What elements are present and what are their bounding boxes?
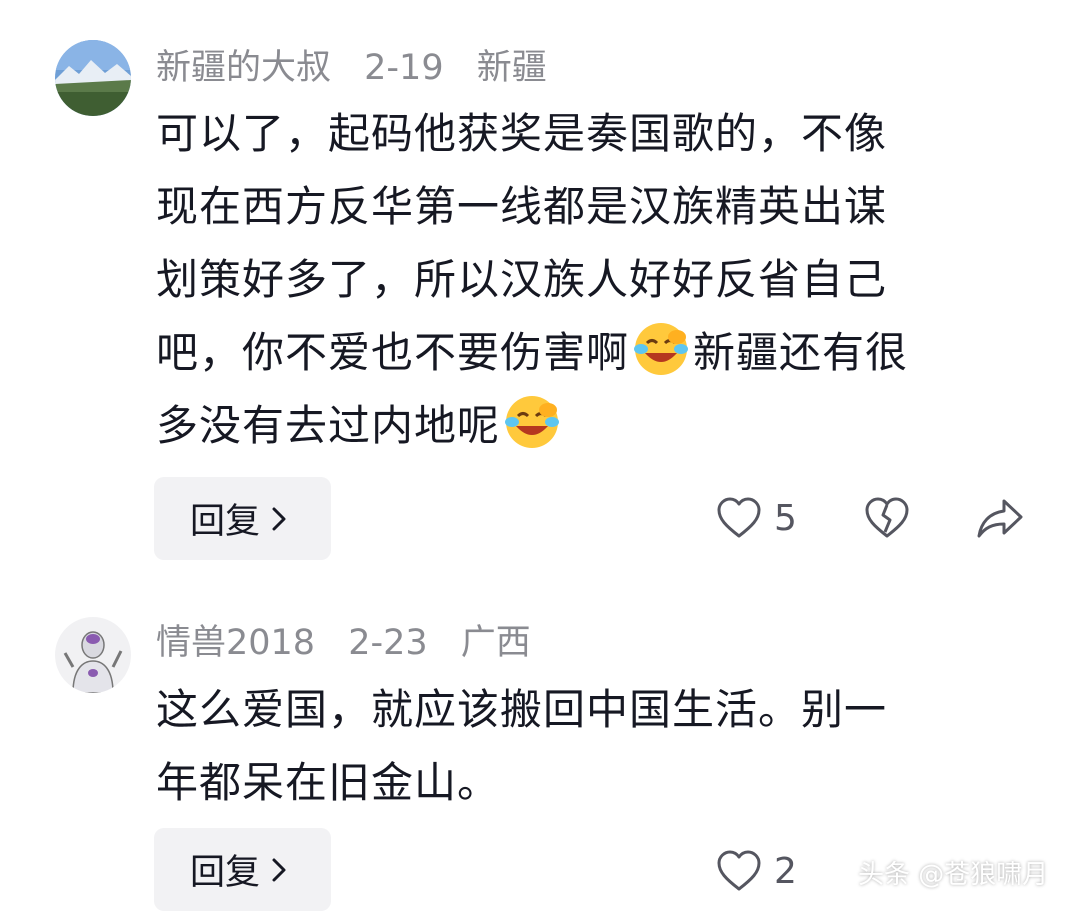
comment-location: 广西 [460, 623, 531, 663]
reply-button[interactable]: 回复 [154, 828, 331, 911]
comment-text: 可以了，起码他获奖是奏国歌的，不像 现在西方反华第一线都是汉族精英出谋 划策好多… [156, 97, 1016, 462]
comment-date: 2-23 [348, 623, 428, 663]
avatar-landscape-image [55, 40, 131, 116]
comment-date: 2-19 [364, 48, 444, 88]
broken-heart-icon [865, 497, 909, 538]
like-count: 2 [774, 850, 797, 892]
comment-text: 这么爱国，就应该搬回中国生活。别一 年都呆在旧金山。 [156, 673, 1016, 819]
dislike-button[interactable] [864, 496, 910, 540]
chevron-right-icon [272, 507, 286, 530]
comment-line-part: 吧，你不爱也不要伤害啊 [156, 328, 630, 377]
laughing-cry-emoji-icon [505, 396, 560, 448]
comment-meta: 情兽2018 2-23 广西 [156, 623, 553, 663]
comment-line-part: 新疆还有很 [693, 328, 909, 377]
chevron-right-icon [272, 858, 286, 881]
avatar[interactable] [55, 40, 131, 116]
comment-line: 划策好多了，所以汉族人好好反省自己 [156, 255, 888, 304]
comment-meta: 新疆的大叔 2-19 新疆 [156, 48, 569, 88]
avatar[interactable] [55, 617, 131, 693]
username[interactable]: 情兽2018 [156, 623, 315, 663]
like-button[interactable]: 5 [716, 496, 797, 540]
watermark-text: 头条 @苍狼啸月 [858, 860, 1049, 890]
comment-line: 吧，你不爱也不要伤害啊 新疆还有很 [156, 316, 1016, 389]
comment-location: 新疆 [476, 48, 547, 88]
reply-label: 回复 [190, 502, 261, 542]
comment-line: 多没有去过内地呢 [156, 389, 1016, 462]
like-button[interactable]: 2 [716, 849, 797, 893]
comment-line: 现在西方反华第一线都是汉族精英出谋 [156, 182, 888, 231]
like-count: 5 [774, 497, 797, 539]
heart-icon [717, 497, 761, 538]
reply-label: 回复 [190, 853, 261, 893]
username[interactable]: 新疆的大叔 [156, 48, 331, 88]
share-button[interactable] [976, 497, 1024, 539]
heart-icon [717, 850, 761, 891]
comment-line: 可以了，起码他获奖是奏国歌的，不像 [156, 109, 888, 158]
comment-line-part: 多没有去过内地呢 [156, 401, 501, 450]
comment-line: 年都呆在旧金山。 [156, 758, 501, 807]
reply-button[interactable]: 回复 [154, 477, 331, 560]
comment-line: 这么爱国，就应该搬回中国生活。别一 [156, 685, 888, 734]
laughing-cry-emoji-icon [634, 323, 689, 375]
avatar-character-image [55, 617, 131, 693]
share-arrow-icon [977, 499, 1023, 538]
